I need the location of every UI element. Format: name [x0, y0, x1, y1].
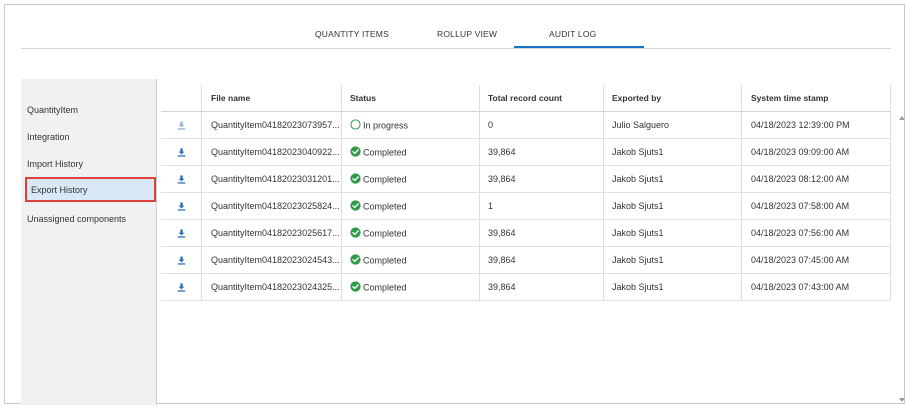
check-circle-icon	[350, 173, 361, 184]
file-name-cell: QuantityItem04182023025824...	[211, 201, 340, 211]
active-tab-indicator	[514, 46, 644, 48]
record-count-cell: 1	[488, 201, 494, 211]
record-count-cell: 39,864	[488, 255, 516, 265]
download-icon[interactable]	[177, 283, 186, 292]
status-text: Completed	[363, 201, 407, 212]
scroll-down-arrow-icon[interactable]	[898, 397, 906, 403]
check-circle-icon	[350, 227, 361, 238]
exported-by-cell: Jakob Sjuts1	[612, 174, 664, 184]
table-row: QuantityItem04182023024543... Completed 39…	[161, 247, 891, 274]
timestamp-cell: 04/18/2023 07:56:00 AM	[751, 228, 850, 238]
sidebar-item-unassigned-components[interactable]: Unassigned components	[21, 206, 157, 233]
check-circle-icon	[350, 200, 361, 211]
status-text: Completed	[363, 147, 407, 158]
top-tab-bar: QUANTITY ITEMS ROLLUP VIEW AUDIT LOG	[21, 5, 891, 49]
tab-quantity-items[interactable]: QUANTITY ITEMS	[315, 29, 389, 39]
tab-audit-log[interactable]: AUDIT LOG	[549, 29, 596, 39]
status-text: Completed	[363, 255, 407, 266]
tab-rollup-view[interactable]: ROLLUP VIEW	[437, 29, 497, 39]
export-history-table: File name Status Total record count Expo…	[161, 85, 891, 405]
timestamp-cell: 04/18/2023 09:09:00 AM	[751, 147, 850, 157]
record-count-cell: 0	[488, 120, 494, 130]
status-cell: Completed	[350, 139, 470, 165]
status-cell: Completed	[350, 166, 470, 192]
timestamp-cell: 04/18/2023 07:45:00 AM	[751, 255, 850, 265]
status-cell: Completed	[350, 274, 470, 300]
column-header-system-time-stamp[interactable]: System time stamp	[751, 85, 886, 111]
status-cell: In progress	[350, 112, 470, 138]
timestamp-cell: 04/18/2023 12:39:00 PM	[751, 120, 850, 130]
status-text: Completed	[363, 174, 407, 185]
scroll-up-arrow-icon[interactable]	[898, 115, 906, 121]
column-header-file-name[interactable]: File name	[211, 85, 341, 111]
file-name-cell: QuantityItem04182023040922...	[211, 147, 340, 157]
exported-by-cell: Jakob Sjuts1	[612, 201, 664, 211]
file-name-cell: QuantityItem04182023073957...	[211, 120, 340, 130]
status-cell: Completed	[350, 220, 470, 246]
column-header-status[interactable]: Status	[350, 85, 470, 111]
exported-by-cell: Jakob Sjuts1	[612, 147, 664, 157]
download-icon[interactable]	[177, 256, 186, 265]
exported-by-cell: Jakob Sjuts1	[612, 255, 664, 265]
file-name-cell: QuantityItem04182023024325...	[211, 282, 340, 292]
timestamp-cell: 04/18/2023 07:43:00 AM	[751, 282, 850, 292]
sidebar-item-export-history[interactable]: Export History	[25, 177, 156, 202]
status-text: Completed	[363, 282, 407, 293]
exported-by-cell: Jakob Sjuts1	[612, 282, 664, 292]
status-cell: Completed	[350, 247, 470, 273]
sidebar-item-import-history[interactable]: Import History	[21, 151, 157, 178]
column-header-exported-by[interactable]: Exported by	[612, 85, 732, 111]
file-name-cell: QuantityItem04182023025617...	[211, 228, 340, 238]
exported-by-cell: Julio Salguero	[612, 120, 670, 130]
table-row: QuantityItem04182023073957... In progress…	[161, 112, 891, 139]
status-cell: Completed	[350, 193, 470, 219]
download-icon[interactable]	[177, 202, 186, 211]
file-name-cell: QuantityItem04182023024543...	[211, 255, 340, 265]
record-count-cell: 39,864	[488, 147, 516, 157]
download-icon[interactable]	[177, 148, 186, 157]
app-frame: QUANTITY ITEMS ROLLUP VIEW AUDIT LOG Qua…	[4, 4, 906, 405]
exported-by-cell: Jakob Sjuts1	[612, 228, 664, 238]
circle-outline-icon	[350, 119, 361, 130]
table-row: QuantityItem04182023024325... Completed 39…	[161, 274, 891, 301]
status-text: In progress	[363, 120, 409, 131]
record-count-cell: 39,864	[488, 228, 516, 238]
download-icon[interactable]	[177, 229, 186, 238]
file-name-cell: QuantityItem04182023031201...	[211, 174, 340, 184]
check-circle-icon	[350, 254, 361, 265]
download-icon[interactable]	[177, 175, 186, 184]
table-row: QuantityItem04182023025617... Completed 39…	[161, 220, 891, 247]
table-row: QuantityItem04182023031201... Completed 39…	[161, 166, 891, 193]
check-circle-icon	[350, 281, 361, 292]
record-count-cell: 39,864	[488, 174, 516, 184]
table-row: QuantityItem04182023040922... Completed 39…	[161, 139, 891, 166]
column-header-total-record-count[interactable]: Total record count	[488, 85, 598, 111]
sidebar-item-quantityitem[interactable]: QuantityItem	[21, 97, 157, 124]
table-header-row: File name Status Total record count Expo…	[161, 85, 891, 112]
timestamp-cell: 04/18/2023 07:58:00 AM	[751, 201, 850, 211]
status-text: Completed	[363, 228, 407, 239]
table-row: QuantityItem04182023025824... Completed 1 J…	[161, 193, 891, 220]
check-circle-icon	[350, 146, 361, 157]
record-count-cell: 39,864	[488, 282, 516, 292]
sidebar: QuantityItem Integration Import History …	[21, 79, 157, 405]
sidebar-item-integration[interactable]: Integration	[21, 124, 157, 151]
download-icon[interactable]	[177, 121, 186, 130]
timestamp-cell: 04/18/2023 08:12:00 AM	[751, 174, 850, 184]
